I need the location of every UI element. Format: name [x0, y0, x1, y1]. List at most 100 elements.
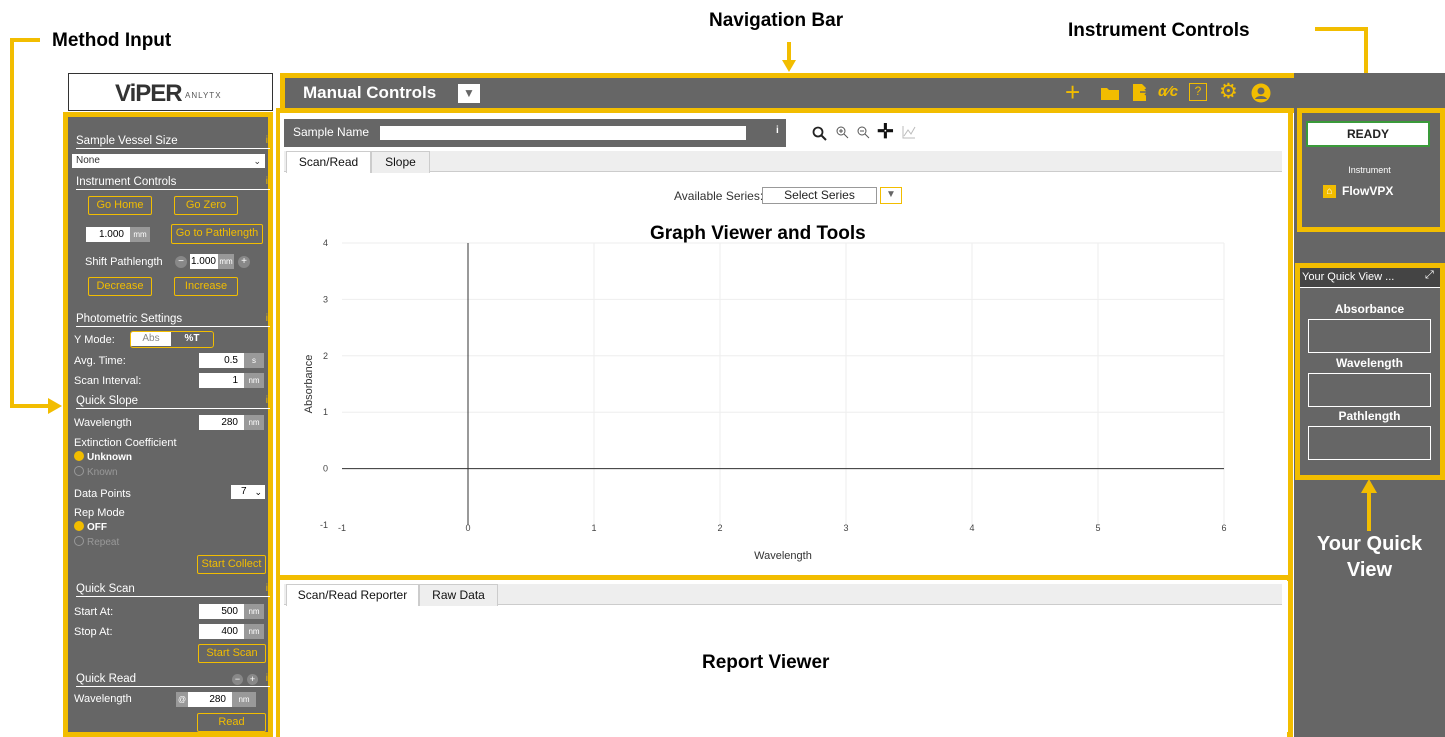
export-file-icon[interactable]	[1131, 83, 1149, 102]
percent-t-option[interactable]: %T	[171, 332, 213, 346]
section-title: Sample Vessel Size	[76, 135, 178, 147]
radio-label: Known	[87, 467, 118, 478]
info-icon[interactable]: i	[266, 671, 268, 687]
stop-at-input[interactable]: 400	[199, 624, 244, 639]
minus-icon[interactable]: −	[232, 674, 243, 685]
minus-icon[interactable]: −	[175, 256, 187, 268]
radio-known[interactable]: Known	[74, 466, 118, 480]
unit-label: nm	[232, 692, 256, 707]
info-icon[interactable]: i	[266, 393, 268, 409]
section-title: Photometric Settings	[76, 313, 183, 325]
info-icon[interactable]: i	[266, 581, 268, 597]
unit-label: nm	[244, 604, 264, 619]
series-dropdown-button[interactable]: ▼	[880, 187, 902, 204]
start-scan-button[interactable]: Start Scan	[198, 644, 266, 663]
y-tick-label: 4	[323, 238, 328, 248]
section-quick-slope: Quick Slope i	[76, 393, 270, 409]
callout-line-2: View	[1346, 559, 1393, 581]
go-to-pathlength-button[interactable]: Go to Pathlength	[171, 224, 263, 244]
radio-off[interactable]: OFF	[74, 521, 107, 535]
navigation-bar: Manual Controls ▼ + α⁄c ? ⚙	[285, 78, 1294, 108]
wavelength-label: Wavelength	[74, 693, 132, 705]
y-mode-toggle[interactable]: Abs %T	[130, 331, 214, 348]
read-button[interactable]: Read	[197, 713, 266, 732]
user-icon[interactable]	[1251, 83, 1271, 103]
info-icon[interactable]: i	[266, 174, 268, 190]
wavelength-label: Wavelength	[74, 417, 132, 429]
x-tick-label: 6	[1221, 523, 1226, 533]
avg-time-input[interactable]: 0.5	[199, 353, 244, 368]
available-series-label: Available Series:	[674, 189, 764, 203]
zoom-in-icon[interactable]	[836, 126, 849, 139]
go-home-button[interactable]: Go Home	[88, 196, 152, 215]
chevron-down-icon: ⌄	[254, 487, 262, 497]
radio-empty-icon	[74, 536, 84, 546]
go-zero-button[interactable]: Go Zero	[174, 196, 238, 215]
absorbance-chart[interactable]: -1 0 1 2 3 4 5 6 -1 0 1 2 3 4 Wavelength Absorbance	[280, 223, 1280, 573]
tab-scan-read-reporter[interactable]: Scan/Read Reporter	[286, 584, 419, 606]
info-icon[interactable]: i	[776, 125, 779, 136]
plus-icon[interactable]: +	[247, 674, 258, 685]
radio-label: Unknown	[87, 452, 132, 463]
folder-icon[interactable]	[1100, 85, 1120, 101]
zoom-fit-icon[interactable]	[812, 126, 827, 141]
y-mode-label: Y Mode:	[74, 334, 115, 346]
help-icon[interactable]: ?	[1189, 83, 1207, 101]
series-select[interactable]: Select Series	[762, 187, 877, 204]
graph-tab-bar	[284, 151, 1282, 172]
sample-vessel-select[interactable]: None ⌄	[72, 154, 265, 168]
slope-wavelength-input[interactable]: 280	[199, 415, 244, 430]
home-icon[interactable]: ⌂	[1323, 185, 1336, 198]
start-collect-button[interactable]: Start Collect	[197, 555, 266, 574]
qv-absorbance-label: Absorbance	[1334, 302, 1405, 316]
scan-interval-input[interactable]: 1	[199, 373, 244, 388]
instrument-label: Instrument	[1348, 165, 1391, 175]
graph-viewer: Sample Name i ✛ Scan/Read Slope Availabl…	[280, 113, 1287, 576]
abs-option[interactable]: Abs	[131, 332, 171, 346]
gear-icon[interactable]: ⚙	[1219, 79, 1238, 104]
section-sample-vessel: Sample Vessel Size i	[76, 133, 270, 149]
stop-at-label: Stop At:	[74, 626, 113, 638]
shift-pathlength-input[interactable]: 1.000	[190, 254, 218, 269]
data-points-label: Data Points	[74, 488, 131, 500]
pan-icon[interactable]: ✛	[877, 119, 894, 144]
start-at-input[interactable]: 500	[199, 604, 244, 619]
chevron-down-icon: ▼	[463, 86, 475, 100]
method-check-icon[interactable]: α⁄c	[1158, 83, 1178, 100]
x-tick-label: 5	[1095, 523, 1100, 533]
plus-icon[interactable]: +	[238, 256, 250, 268]
y-tick-label: 0	[323, 464, 328, 474]
decrease-button[interactable]: Decrease	[88, 277, 152, 296]
scan-interval-label: Scan Interval:	[74, 375, 142, 387]
section-photometric: Photometric Settings i	[76, 311, 270, 327]
section-instrument-controls: Instrument Controls i	[76, 174, 270, 190]
qv-pathlength-label: Pathlength	[1338, 409, 1401, 423]
pathlength-input[interactable]: 1.000	[86, 227, 130, 242]
chart-line-icon[interactable]	[902, 125, 916, 139]
instrument-name[interactable]: FlowVPX	[1342, 184, 1393, 198]
radio-unknown[interactable]: Unknown	[74, 451, 132, 465]
tab-raw-data[interactable]: Raw Data	[419, 584, 498, 606]
radio-repeat[interactable]: Repeat	[74, 536, 119, 550]
x-axis-title: Wavelength	[754, 550, 812, 562]
info-icon[interactable]: i	[266, 133, 268, 149]
section-quick-scan: Quick Scan i	[76, 581, 270, 597]
add-icon[interactable]: +	[1065, 78, 1080, 106]
section-title: Quick Read	[76, 673, 137, 685]
info-icon[interactable]: i	[266, 311, 268, 327]
select-value: None	[76, 155, 100, 166]
expand-icon[interactable]: ⤢	[1425, 269, 1434, 282]
sample-name-input[interactable]	[380, 126, 746, 140]
qv-absorbance-value	[1308, 319, 1431, 353]
radio-label: OFF	[87, 522, 107, 533]
callout-arrow	[48, 398, 62, 414]
tab-slope[interactable]: Slope	[371, 151, 430, 173]
page-menu-dropdown[interactable]: ▼	[458, 84, 480, 103]
increase-button[interactable]: Increase	[174, 277, 238, 296]
tab-scan-read[interactable]: Scan/Read	[286, 151, 371, 173]
x-tick-label: 3	[843, 523, 848, 533]
read-wavelength-input[interactable]: 280	[188, 692, 232, 707]
data-points-select[interactable]: 7 ⌄	[231, 485, 265, 499]
y-tick-label: 3	[323, 294, 328, 304]
zoom-out-icon[interactable]	[857, 126, 870, 139]
